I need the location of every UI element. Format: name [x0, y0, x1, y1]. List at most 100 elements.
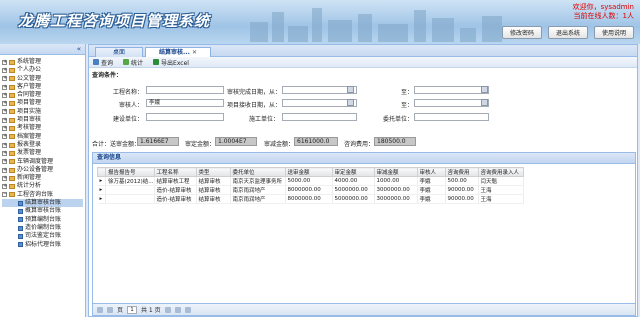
help-button[interactable]: 使用说明 [593, 26, 634, 39]
expand-icon[interactable]: + [2, 92, 7, 98]
tab-desktop[interactable]: 桌面 [95, 47, 143, 57]
nav-subitem[interactable]: 造价编制台账 [2, 224, 83, 232]
nav-item[interactable]: + 项目管理 [2, 99, 83, 107]
nav-item[interactable]: + 统计分析 [2, 182, 83, 190]
to-label-2: 至： [400, 102, 413, 109]
nav-item[interactable]: + 档案管理 [2, 133, 83, 141]
column-header[interactable]: 报告报告号 [105, 167, 155, 177]
expand-icon[interactable]: + [2, 134, 7, 140]
receive-date-to-input[interactable] [414, 99, 489, 107]
column-header[interactable]: 审减金额 [373, 167, 418, 177]
total-submitted: 1.6166E7 [137, 137, 179, 146]
build-unit-input[interactable] [146, 113, 224, 121]
calendar-icon[interactable] [481, 86, 488, 93]
nav-item[interactable]: + 客户管理 [2, 83, 83, 91]
nav-item[interactable]: + 车辆调度管理 [2, 158, 83, 166]
close-icon[interactable]: ✕ [192, 49, 197, 56]
table-row[interactable]: ▸ 造价-结算审核 结算审核 南京雨润地产 8000000.00 5000000.00 30… [97, 185, 524, 195]
expand-icon[interactable]: + [2, 109, 7, 115]
client-unit-input[interactable] [414, 113, 489, 121]
nav-subitem[interactable]: 司法鉴定台账 [2, 232, 83, 240]
prev-page-icon[interactable] [107, 306, 113, 313]
nav-item[interactable]: + 办公设备管理 [2, 166, 83, 174]
toolbar: 查询 统计 导出Excel [89, 57, 637, 68]
nav-subitem[interactable]: 预算编制台账 [2, 216, 83, 224]
row-handle[interactable]: ▸ [97, 176, 106, 186]
expand-icon[interactable]: + [2, 159, 7, 165]
column-header[interactable]: 委托单位 [229, 167, 286, 177]
expand-icon[interactable]: + [2, 59, 7, 65]
sidebar-collapse-button[interactable]: « [0, 44, 85, 55]
tab-bar: 桌面 结算审核... ✕ [89, 45, 637, 57]
row-handle[interactable]: ▸ [97, 185, 106, 195]
expand-icon[interactable]: + [2, 67, 7, 73]
column-header[interactable]: 咨询费用录入人 [477, 167, 524, 177]
calendar-icon[interactable] [347, 99, 354, 106]
expand-icon[interactable]: + [2, 167, 7, 173]
next-page-icon[interactable] [164, 306, 171, 313]
stats-button[interactable]: 统计 [123, 58, 143, 67]
folder-icon [9, 126, 15, 132]
query-button[interactable]: 查询 [93, 58, 113, 67]
column-header[interactable]: 审核人 [416, 167, 446, 177]
column-header[interactable]: 工程名称 [153, 167, 197, 177]
column-header[interactable]: 类型 [195, 167, 231, 177]
expand-icon[interactable]: + [2, 184, 7, 190]
column-header[interactable]: 送审金额 [284, 167, 333, 177]
main-panel: 桌面 结算审核... ✕ 查询 统计 导出Excel 查询条件： 工程名称： 审… [88, 44, 638, 317]
expand-icon[interactable]: + [2, 142, 7, 148]
refresh-icon[interactable] [184, 306, 191, 313]
expand-icon[interactable]: + [2, 117, 7, 123]
nav-item[interactable]: + 项目实施 [2, 108, 83, 116]
nav-item[interactable]: + 考核管理 [2, 124, 83, 132]
export-excel-button[interactable]: 导出Excel [153, 58, 189, 67]
online-count: 当前在线人数：1人 [573, 12, 634, 20]
nav-item[interactable]: + 发票管理 [2, 149, 83, 157]
nav-subitem[interactable]: 概算审核台账 [2, 207, 83, 215]
column-header[interactable]: 咨询费用 [444, 167, 479, 177]
table-row[interactable]: ▸ 徐万基(2012)结... 结算审核工程 结算审核 南京天京监理事务所 5000.00… [97, 176, 524, 186]
document-icon [18, 225, 23, 231]
row-handle[interactable]: ▸ [97, 194, 106, 204]
tab-settlement-audit[interactable]: 结算审核... ✕ [145, 47, 211, 57]
folder-icon [9, 175, 15, 181]
finish-date-from-input[interactable] [282, 86, 357, 94]
expand-icon[interactable]: + [2, 76, 7, 82]
select-column[interactable] [97, 167, 106, 177]
nav-item[interactable]: + 新闻管理 [2, 174, 83, 182]
nav-subitem[interactable]: 招标代理台账 [2, 241, 83, 249]
auditor-input[interactable]: 李娥 [146, 99, 224, 107]
nav-item[interactable]: + 系统管理 [2, 58, 83, 66]
finish-date-to-input[interactable] [414, 86, 489, 94]
nav-item-expanded[interactable]: − 工程咨询台账 [2, 191, 83, 199]
calendar-icon[interactable] [347, 86, 354, 93]
page-number-input[interactable]: 1 [127, 305, 138, 314]
nav-item[interactable]: + 合同管理 [2, 91, 83, 99]
nav-item[interactable]: + 项目审核 [2, 116, 83, 124]
change-password-button[interactable]: 修改密码 [501, 26, 542, 39]
expand-icon[interactable]: + [2, 175, 7, 181]
grid-title: 查询信息 [93, 153, 635, 164]
calendar-icon[interactable] [481, 99, 488, 106]
receive-date-from-input[interactable] [282, 99, 357, 107]
expand-icon[interactable]: + [2, 84, 7, 90]
folder-icon [9, 184, 15, 190]
construct-unit-input[interactable] [282, 113, 357, 121]
nav-item[interactable]: + 个人办公 [2, 66, 83, 74]
folder-icon [9, 76, 15, 82]
first-page-icon[interactable] [97, 306, 103, 313]
last-page-icon[interactable] [174, 306, 181, 313]
table-row[interactable]: ▸ 造价-结算审核 结算审核 南京雨润地产 8000000.00 5000000.00 30… [97, 194, 524, 204]
folder-icon [9, 84, 15, 90]
expand-icon[interactable]: + [2, 101, 7, 107]
nav-item[interactable]: + 报表登录 [2, 141, 83, 149]
project-name-input[interactable] [146, 86, 224, 94]
collapse-icon[interactable]: − [2, 192, 7, 198]
expand-icon[interactable]: + [2, 126, 7, 132]
build-unit-label: 建设单位： [112, 116, 143, 123]
client-unit-label: 委托单位： [382, 116, 413, 123]
expand-icon[interactable]: + [2, 150, 7, 156]
column-header[interactable]: 审定金额 [331, 167, 375, 177]
logout-button[interactable]: 退出系统 [547, 26, 588, 39]
nav-item[interactable]: + 公文管理 [2, 75, 83, 83]
